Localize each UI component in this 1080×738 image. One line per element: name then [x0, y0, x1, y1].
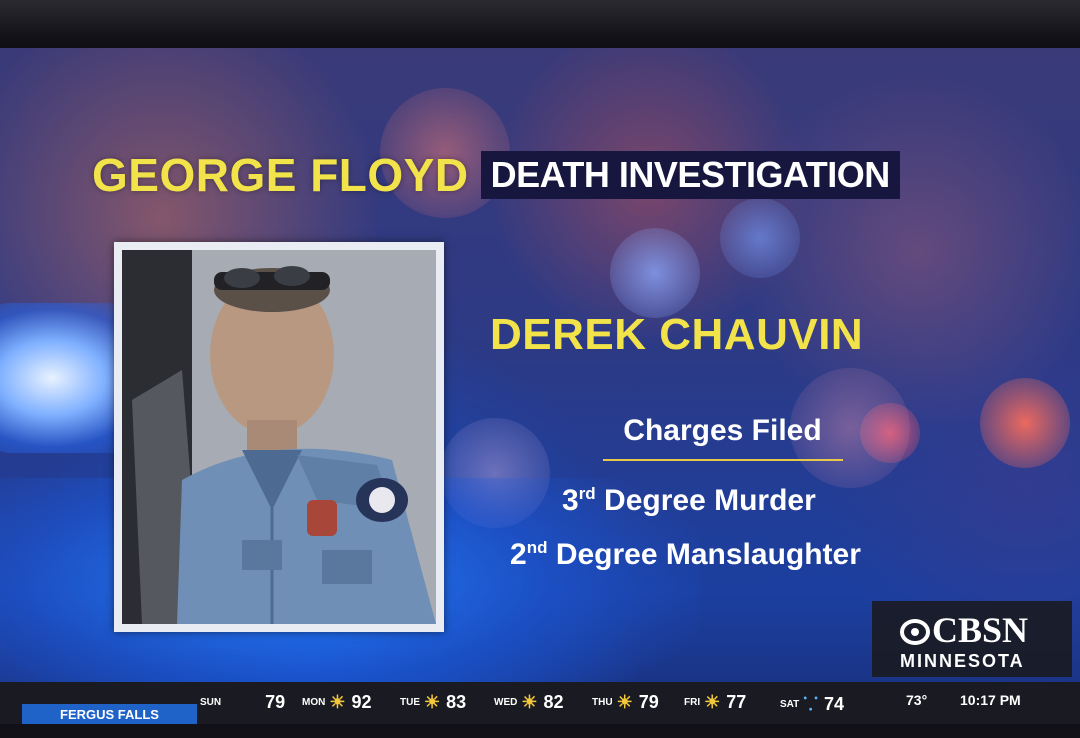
forecast-day-label: SAT: [780, 698, 800, 710]
forecast-day-label: TUE: [400, 697, 420, 708]
forecast-day-label: MON: [302, 697, 326, 708]
charges-title: Charges Filed: [623, 414, 822, 447]
tv-bezel-top: [0, 0, 1080, 52]
officer-portrait-illustration: [122, 250, 436, 624]
forecast-day-label: FRI: [684, 697, 701, 708]
subject-photo-frame: [114, 242, 444, 632]
sun-icon: ☀: [329, 692, 346, 712]
weather-ticker: FERGUS FALLS SUN 79 MON ☀ 92 TUE ☀ 83 WE…: [0, 682, 1080, 726]
ticker-location: FERGUS FALLS: [22, 704, 197, 726]
cbs-eye-icon: [900, 619, 930, 645]
clock: 10:17 PM: [960, 692, 1021, 708]
headline: GEORGE FLOYD DEATH INVESTIGATION: [92, 149, 900, 201]
tv-screen: GEORGE FLOYD DEATH INVESTIGATION DEREK C…: [0, 48, 1080, 728]
forecast-temp: 82: [543, 692, 564, 712]
forecast-temp: 77: [726, 692, 747, 712]
tv-bezel-bottom: [0, 724, 1080, 738]
forecast-day: MON ☀ 92: [302, 692, 372, 713]
forecast-day: SAT ⸪ 74: [780, 692, 844, 716]
forecast-day: FRI ☀ 77: [684, 692, 746, 713]
bokeh-light: [610, 228, 700, 318]
charge-text: Degree Murder: [604, 484, 816, 517]
sun-icon: ☀: [704, 692, 721, 712]
rain-icon: ⸪: [803, 694, 819, 714]
forecast-temp: 92: [351, 692, 372, 712]
charge-ordinal-suffix: nd: [526, 538, 548, 557]
forecast-day: SUN 79: [200, 692, 285, 713]
sun-icon: ☀: [424, 692, 441, 712]
cbsn-logo: CBSN MINNESOTA: [872, 601, 1072, 677]
charge-ordinal-suffix: rd: [578, 484, 596, 503]
bokeh-light: [980, 378, 1070, 468]
forecast-day: THU ☀ 79: [592, 692, 659, 713]
forecast-day: WED ☀ 82: [494, 692, 564, 713]
forecast-temp: 79: [638, 692, 659, 712]
charge-item: 3rd Degree Murder: [562, 484, 816, 518]
forecast-temp: 79: [265, 692, 286, 712]
logo-brand: CBSN: [932, 610, 1029, 650]
forecast-temp: 83: [446, 692, 467, 712]
charge-text: Degree Manslaughter: [555, 538, 861, 571]
charges-divider: [603, 459, 843, 461]
headline-primary: GEORGE FLOYD: [92, 149, 469, 201]
subject-name: DEREK CHAUVIN: [490, 310, 864, 359]
forecast-day-label: SUN: [200, 697, 222, 708]
headline-secondary: DEATH INVESTIGATION: [480, 151, 900, 199]
forecast-day: TUE ☀ 83: [400, 692, 466, 713]
bokeh-light: [720, 198, 800, 278]
cbsn-wordmark: CBSN: [900, 609, 1028, 651]
charge-item: 2nd Degree Manslaughter: [510, 538, 861, 572]
officer-portrait-icon: [122, 250, 436, 624]
forecast-day-label: WED: [494, 697, 518, 708]
logo-region: MINNESOTA: [900, 651, 1025, 671]
forecast-temp: 74: [824, 693, 845, 714]
current-temperature: 73°: [906, 692, 928, 708]
sun-icon: ☀: [521, 692, 538, 712]
charge-ordinal: 3: [562, 484, 579, 517]
sun-icon: ☀: [616, 692, 633, 712]
charge-ordinal: 2: [510, 538, 527, 571]
forecast-day-label: THU: [592, 697, 613, 708]
